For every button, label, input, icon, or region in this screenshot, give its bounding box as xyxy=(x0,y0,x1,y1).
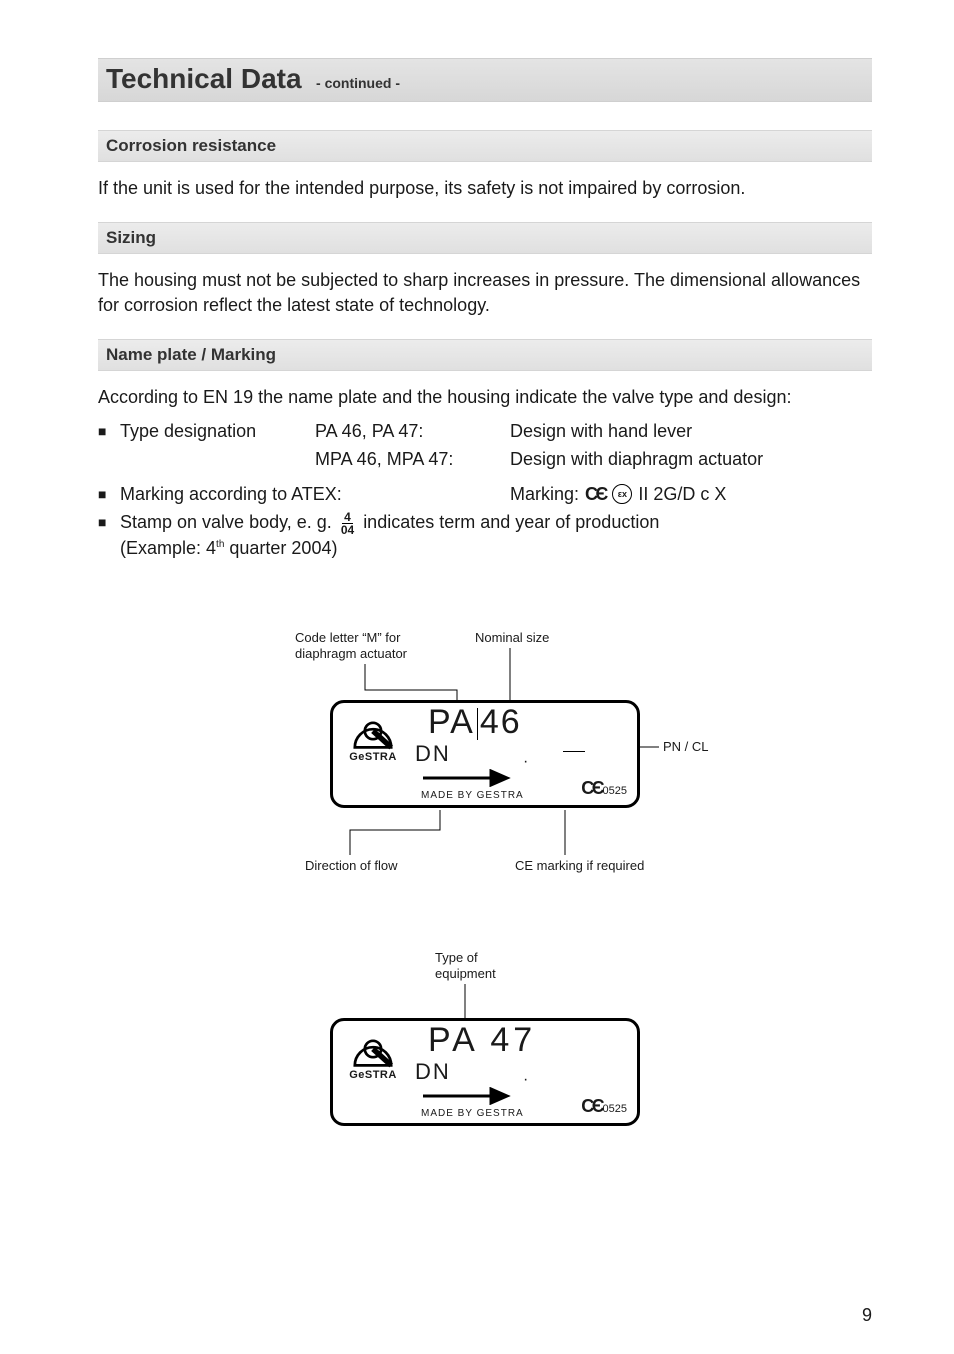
list-item-type-designation-cont: MPA 46, MPA 47: Design with diaphragm ac… xyxy=(98,447,872,471)
callout-ce-marking: CE marking if required xyxy=(515,858,644,874)
ce-mark-icon: C Є xyxy=(585,482,606,506)
bullet-icon: ■ xyxy=(98,510,120,532)
nameplate-1: GeSTRA PA46 DN · MADE BY GESTRA C Є0525 xyxy=(330,700,640,808)
subheading-sizing: Sizing xyxy=(98,222,872,254)
figures: Code letter “M” for diaphragm actuator N… xyxy=(98,630,872,1150)
bullet-icon: ■ xyxy=(98,419,120,441)
figure-nameplate-47: Type of equipment GeSTRA PA 47 DN · xyxy=(235,950,735,1150)
dash xyxy=(563,751,585,752)
list-item-stamp: ■ Stamp on valve body, e. g. 4 04 indica… xyxy=(98,510,872,560)
page-number: 9 xyxy=(862,1305,872,1326)
ce-mark-icon: C Є xyxy=(581,1096,602,1117)
type-designation-models-1: PA 46, PA 47: xyxy=(315,419,510,443)
dn-label: DN xyxy=(415,1059,451,1085)
stamp-frac-top: 4 xyxy=(342,511,353,524)
sizing-text: The housing must not be subjected to sha… xyxy=(98,268,872,317)
atex-label: Marking according to ATEX: xyxy=(120,482,510,506)
type-designation-desc-1: Design with hand lever xyxy=(510,419,872,443)
ce-marking-plate: C Є0525 xyxy=(581,1096,627,1117)
stamp-before: Stamp on valve body, e. g. xyxy=(120,512,332,532)
stamp-frac-bot: 04 xyxy=(341,524,354,536)
subheading-nameplate: Name plate / Marking xyxy=(98,339,872,371)
made-by: MADE BY GESTRA xyxy=(421,790,524,801)
ce-number: 0525 xyxy=(603,785,627,797)
dn-label: DN xyxy=(415,741,451,767)
nameplate-list: ■ Type designation PA 46, PA 47: Design … xyxy=(98,419,872,560)
stamp-text: Stamp on valve body, e. g. 4 04 indicate… xyxy=(120,510,659,560)
stamp-after: indicates term and year of production xyxy=(363,512,659,532)
flow-arrow-icon xyxy=(421,1087,511,1105)
section-continued: - continued - xyxy=(316,75,400,91)
atex-marking: Marking: C Є εx II 2G/D c X xyxy=(510,482,872,506)
logo-icon xyxy=(350,1029,396,1069)
stamp-example-before: (Example: 4 xyxy=(120,538,216,558)
callout-nominal-size: Nominal size xyxy=(475,630,549,646)
brand-text: GeSTRA xyxy=(349,1069,397,1081)
logo-icon xyxy=(350,711,396,751)
list-item-type-designation: ■ Type designation PA 46, PA 47: Design … xyxy=(98,419,872,443)
type-designation-label: Type designation xyxy=(120,419,315,443)
nameplate-intro: According to EN 19 the name plate and th… xyxy=(98,385,872,409)
page: Technical Data - continued - Corrosion r… xyxy=(0,0,954,1354)
atex-marking-code: II 2G/D c X xyxy=(638,482,726,506)
made-by: MADE BY GESTRA xyxy=(421,1108,524,1119)
model-left: PA xyxy=(428,703,475,741)
nameplate-2: GeSTRA PA 47 DN · MADE BY GESTRA C Є0525 xyxy=(330,1018,640,1126)
corrosion-text: If the unit is used for the intended pur… xyxy=(98,176,872,200)
callout-direction-flow: Direction of flow xyxy=(305,858,397,874)
ce-number: 0525 xyxy=(603,1103,627,1115)
bullet-icon: ■ xyxy=(98,482,120,504)
flow-arrow-icon xyxy=(421,769,511,787)
section-title: Technical Data xyxy=(106,63,302,95)
model-right: 46 xyxy=(480,703,522,741)
ce-marking-plate: C Є0525 xyxy=(581,778,627,799)
gestra-logo: GeSTRA xyxy=(341,711,405,763)
brand-text: GeSTRA xyxy=(349,751,397,763)
ex-mark-icon: εx xyxy=(612,484,632,504)
callout-pn-cl: PN / CL xyxy=(663,739,709,755)
atex-marking-prefix: Marking: xyxy=(510,482,579,506)
section-heading-bar: Technical Data - continued - xyxy=(98,58,872,102)
stamp-example-after: quarter 2004) xyxy=(224,538,337,558)
ce-mark-icon: C Є xyxy=(581,778,602,799)
dot: · xyxy=(523,753,528,771)
model-row: PA46 xyxy=(428,703,522,742)
list-item-atex: ■ Marking according to ATEX: Marking: C … xyxy=(98,482,872,506)
callout-type-equipment: Type of equipment xyxy=(435,950,515,981)
dot: · xyxy=(523,1071,528,1089)
gestra-logo: GeSTRA xyxy=(341,1029,405,1081)
callout-code-letter: Code letter “M” for diaphragm actuator xyxy=(295,630,415,661)
type-designation-models-2: MPA 46, MPA 47: xyxy=(315,447,510,471)
figure-nameplate-46: Code letter “M” for diaphragm actuator N… xyxy=(235,630,735,890)
type-designation-desc-2: Design with diaphragm actuator xyxy=(510,447,872,471)
stamp-fraction: 4 04 xyxy=(341,511,354,536)
model: PA 47 xyxy=(428,1021,536,1060)
subheading-corrosion: Corrosion resistance xyxy=(98,130,872,162)
